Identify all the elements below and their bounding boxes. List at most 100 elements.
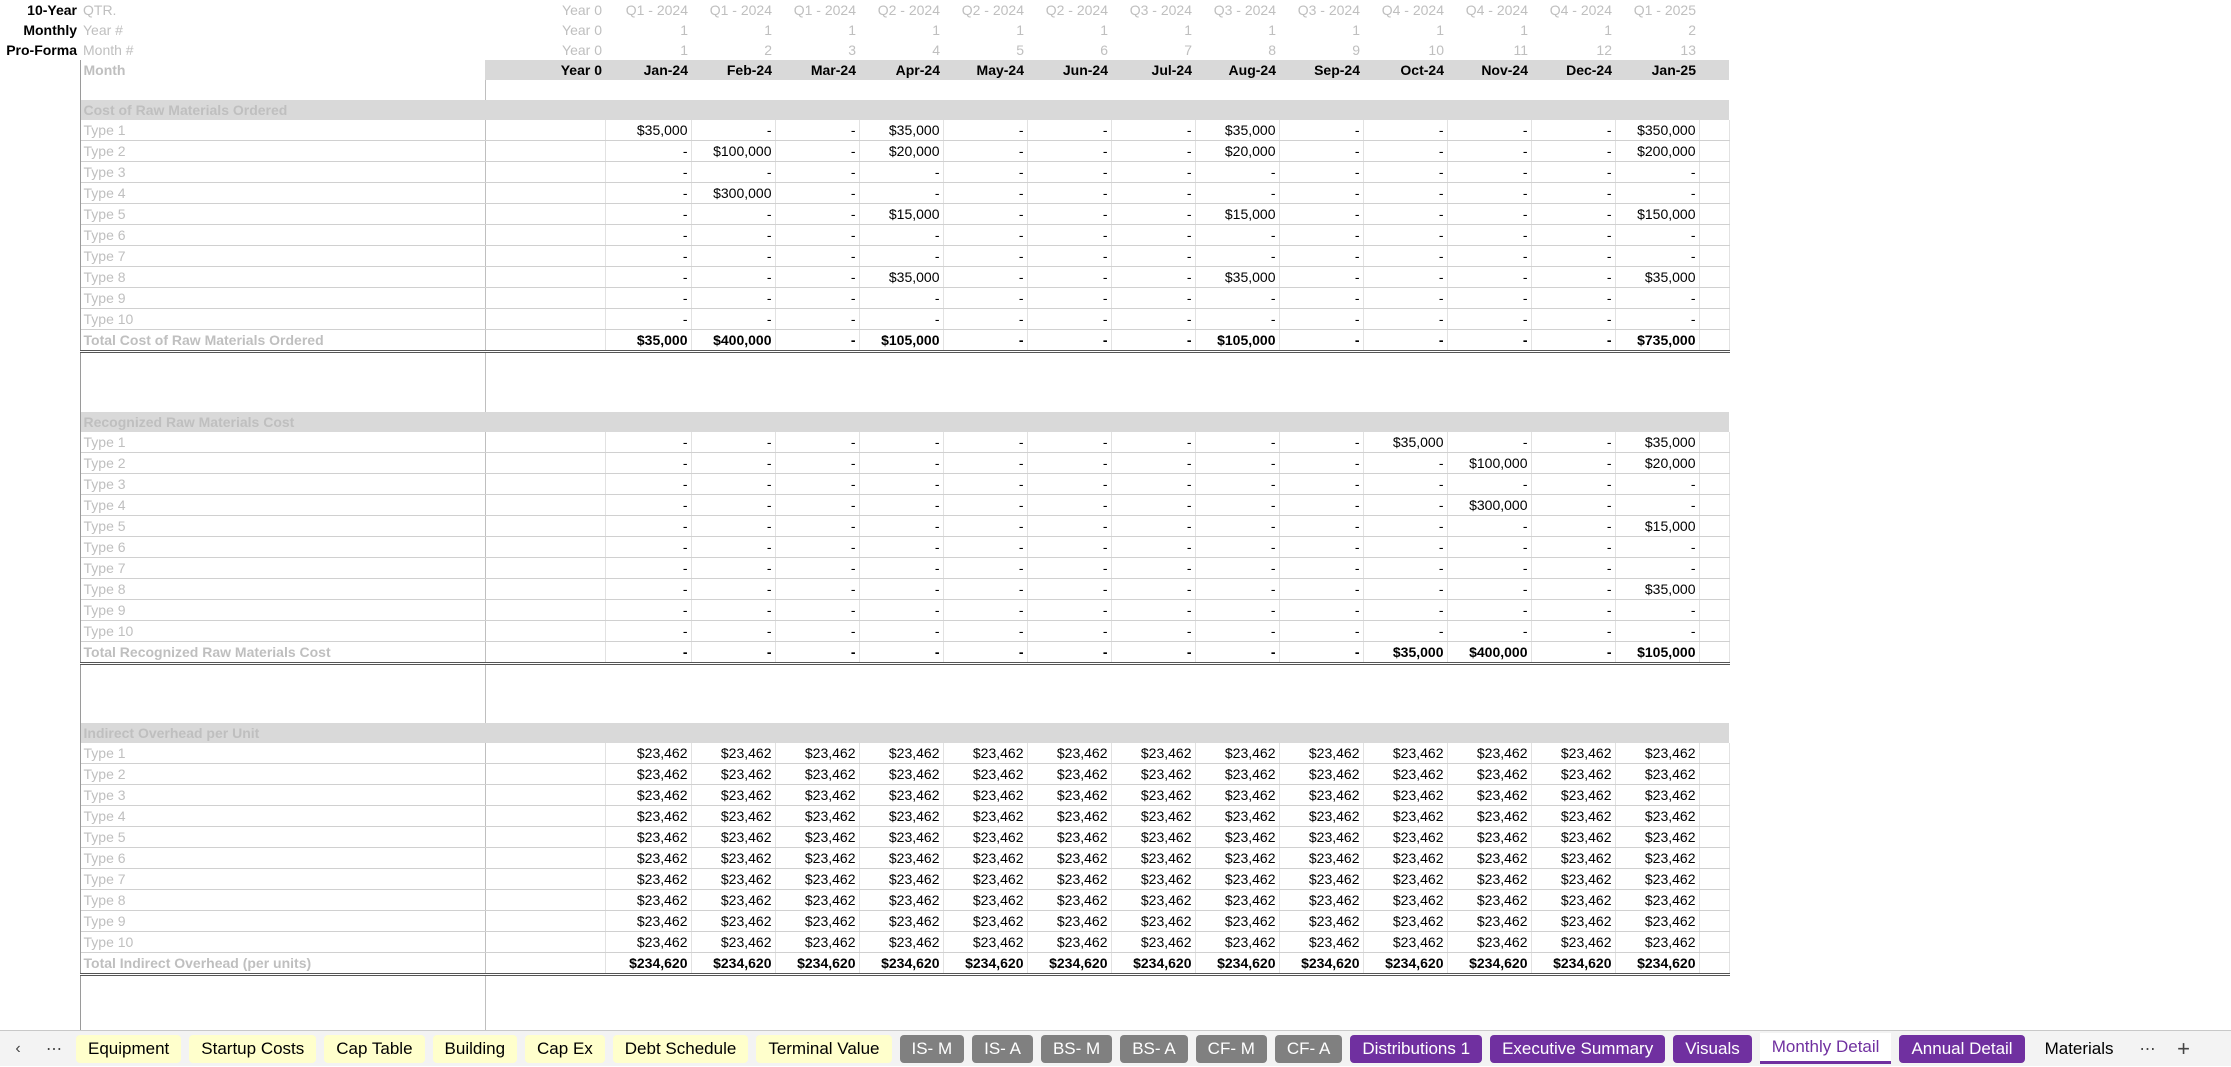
- value-cell[interactable]: -: [943, 308, 1028, 330]
- cell[interactable]: [1195, 683, 1279, 703]
- value-cell[interactable]: -: [605, 161, 692, 183]
- cell[interactable]: [1279, 100, 1363, 120]
- cell[interactable]: [1111, 392, 1195, 412]
- cell[interactable]: [775, 1015, 859, 1031]
- value-cell[interactable]: $23,462: [1279, 931, 1364, 953]
- value-cell[interactable]: -: [1027, 140, 1112, 162]
- cell[interactable]: [1111, 723, 1195, 743]
- cell[interactable]: [775, 372, 859, 392]
- cell[interactable]: [80, 371, 486, 392]
- cell[interactable]: [1699, 473, 1730, 495]
- cell[interactable]: [80, 351, 486, 372]
- cell[interactable]: [1699, 245, 1730, 267]
- cell[interactable]: [1279, 80, 1363, 100]
- value-cell[interactable]: $300,000: [1447, 494, 1532, 516]
- value-cell[interactable]: -: [1279, 308, 1364, 330]
- cell[interactable]: [80, 391, 486, 412]
- value-cell[interactable]: -: [1447, 161, 1532, 183]
- cell[interactable]: [0, 80, 81, 100]
- value-cell[interactable]: -: [1531, 620, 1616, 642]
- value-cell[interactable]: -: [1279, 557, 1364, 579]
- total-value-cell[interactable]: -: [775, 640, 860, 665]
- cell[interactable]: [0, 515, 81, 536]
- value-cell[interactable]: $23,462: [1195, 805, 1280, 827]
- value-cell[interactable]: -: [1447, 431, 1532, 453]
- month-header-cell[interactable]: Jan-25: [1615, 60, 1699, 80]
- value-cell[interactable]: $23,462: [1279, 889, 1364, 911]
- cell[interactable]: [0, 391, 81, 412]
- header-cell[interactable]: 1: [1195, 20, 1279, 40]
- value-cell[interactable]: -: [1363, 266, 1448, 288]
- value-cell[interactable]: -: [1363, 120, 1448, 141]
- cell[interactable]: [859, 372, 943, 392]
- value-cell[interactable]: [485, 515, 606, 537]
- value-cell[interactable]: -: [1447, 557, 1532, 579]
- cell[interactable]: [1279, 352, 1363, 372]
- cell[interactable]: [1195, 352, 1279, 372]
- cell[interactable]: [0, 203, 81, 225]
- value-cell[interactable]: $23,462: [1447, 931, 1532, 953]
- value-cell[interactable]: -: [859, 557, 944, 579]
- value-cell[interactable]: $35,000: [1195, 266, 1280, 288]
- cell[interactable]: [80, 703, 486, 723]
- cell[interactable]: [775, 663, 859, 683]
- cell[interactable]: [1699, 60, 1729, 80]
- value-cell[interactable]: $23,462: [1531, 763, 1616, 785]
- value-cell[interactable]: -: [1111, 120, 1196, 141]
- value-cell[interactable]: $23,462: [775, 868, 860, 890]
- value-cell[interactable]: $23,462: [1195, 763, 1280, 785]
- value-cell[interactable]: $23,462: [605, 784, 692, 806]
- value-cell[interactable]: -: [1531, 266, 1616, 288]
- value-cell[interactable]: -: [943, 599, 1028, 621]
- value-cell[interactable]: -: [775, 515, 860, 537]
- value-cell[interactable]: [485, 910, 606, 932]
- value-cell[interactable]: $15,000: [859, 203, 944, 225]
- value-cell[interactable]: -: [775, 536, 860, 558]
- row-label[interactable]: Type 6: [80, 224, 486, 246]
- total-value-cell[interactable]: -: [1027, 329, 1112, 353]
- value-cell[interactable]: $20,000: [1195, 140, 1280, 162]
- cell[interactable]: [1699, 203, 1730, 225]
- header-cell[interactable]: 5: [943, 40, 1027, 60]
- value-cell[interactable]: -: [1531, 182, 1616, 204]
- value-cell[interactable]: $23,462: [1027, 763, 1112, 785]
- value-cell[interactable]: -: [605, 578, 692, 600]
- cell[interactable]: [605, 372, 691, 392]
- value-cell[interactable]: $23,462: [605, 847, 692, 869]
- value-cell[interactable]: $23,462: [775, 847, 860, 869]
- value-cell[interactable]: -: [1531, 473, 1616, 495]
- cell[interactable]: [0, 224, 81, 246]
- value-cell[interactable]: $23,462: [1447, 889, 1532, 911]
- cell[interactable]: [1531, 1015, 1615, 1031]
- row-label[interactable]: Type 1: [80, 431, 486, 453]
- value-cell[interactable]: $23,462: [1195, 743, 1280, 764]
- row-label[interactable]: Type 6: [80, 536, 486, 558]
- cell[interactable]: [0, 452, 81, 473]
- value-cell[interactable]: -: [1279, 140, 1364, 162]
- header-cell[interactable]: 1: [1279, 20, 1363, 40]
- value-cell[interactable]: -: [1195, 599, 1280, 621]
- value-cell[interactable]: -: [1531, 494, 1616, 516]
- row-label[interactable]: Type 4: [80, 805, 486, 827]
- cell[interactable]: [943, 372, 1027, 392]
- value-cell[interactable]: -: [859, 245, 944, 267]
- value-cell[interactable]: -: [1615, 308, 1700, 330]
- cell[interactable]: [0, 100, 80, 120]
- cell[interactable]: [1027, 723, 1111, 743]
- value-cell[interactable]: [485, 868, 606, 890]
- value-cell[interactable]: $23,462: [605, 805, 692, 827]
- value-cell[interactable]: $23,462: [1615, 743, 1700, 764]
- value-cell[interactable]: $23,462: [605, 931, 692, 953]
- cell[interactable]: [0, 536, 81, 557]
- cell[interactable]: [1027, 663, 1111, 683]
- value-cell[interactable]: -: [859, 224, 944, 246]
- value-cell[interactable]: $23,462: [1615, 847, 1700, 869]
- total-value-cell[interactable]: -: [1279, 640, 1364, 665]
- total-value-cell[interactable]: -: [1279, 329, 1364, 353]
- cell[interactable]: [943, 100, 1027, 120]
- value-cell[interactable]: [485, 120, 606, 141]
- month-header-cell[interactable]: Jun-24: [1027, 60, 1111, 80]
- sheet-tab[interactable]: Visuals: [1673, 1034, 1752, 1063]
- value-cell[interactable]: $23,462: [775, 763, 860, 785]
- value-cell[interactable]: -: [775, 431, 860, 453]
